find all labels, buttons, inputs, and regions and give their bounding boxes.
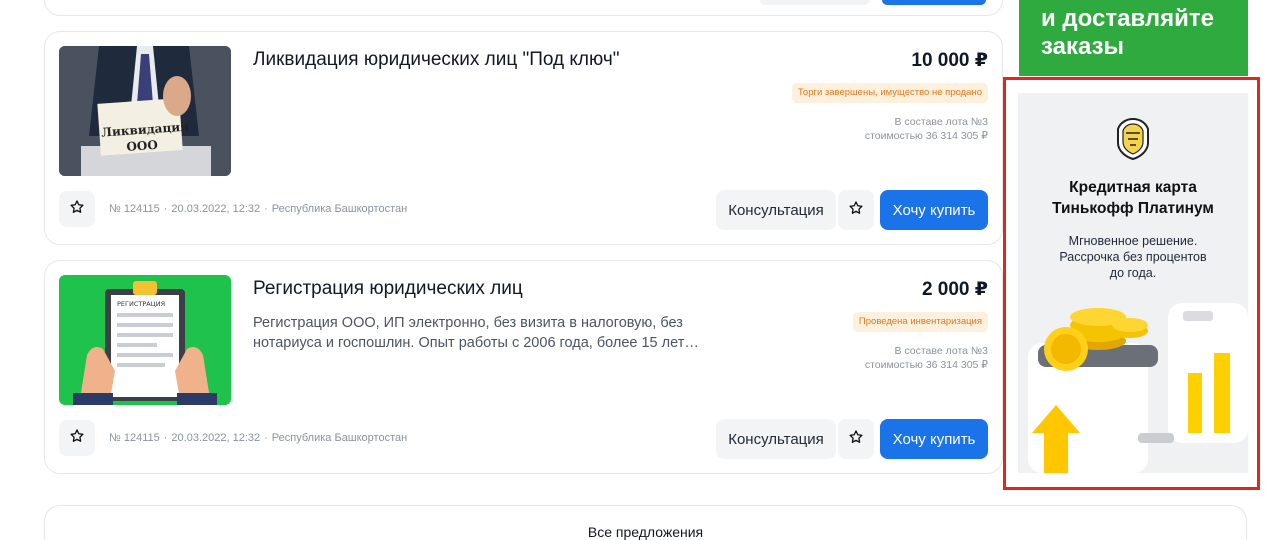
listing-price: 10 000 ₽ xyxy=(911,50,988,71)
green-banner-text: и доставляйте заказы xyxy=(1041,5,1214,61)
ad-sub-line3: до года. xyxy=(1109,266,1157,280)
ad-subtitle: Мгновенное решение. Рассрочка без процен… xyxy=(1018,233,1248,281)
listing-description: Регистрация ООО, ИП электронно, без визи… xyxy=(253,315,699,351)
ad-illustration xyxy=(1018,283,1248,473)
all-offers-button[interactable]: Все предложения xyxy=(44,505,1247,540)
lot-info: В составе лота №3 стоимостью 36 314 305 … xyxy=(865,344,988,372)
ad-title-line1: Кредитная карта xyxy=(1069,179,1197,196)
bank-logo-icon xyxy=(1108,115,1158,163)
star-icon xyxy=(69,428,85,449)
image-caption-1: РЕГИСТРАЦИЯ xyxy=(117,300,165,308)
lot-value: стоимостью 36 314 305 ₽ xyxy=(864,359,988,371)
lot-value: стоимостью 36 314 305 ₽ xyxy=(864,130,988,142)
consult-button-partial[interactable] xyxy=(760,0,870,5)
listing-image[interactable]: Ликвидация ООО xyxy=(59,46,231,176)
listing-region: Республика Башкортостан xyxy=(271,432,408,444)
green-banner-line1: и доставляйте xyxy=(1041,5,1214,32)
star-icon xyxy=(848,200,864,221)
listing-card[interactable]: Ликвидация ООО Ликвидация юридических ли… xyxy=(44,31,1003,245)
listing-meta: № 124115 · 20.03.2022, 12:32 · Республика Ба… xyxy=(109,432,408,444)
favorite-button-secondary[interactable] xyxy=(838,190,874,230)
buy-button-partial[interactable] xyxy=(882,0,986,5)
listing-date: 20.03.2022, 12:32 xyxy=(171,432,261,444)
listing-card-partial xyxy=(44,0,1003,16)
listing-title[interactable]: Ликвидация юридических лиц "Под ключ" xyxy=(253,49,619,71)
green-banner-line2: заказы xyxy=(1041,33,1125,60)
status-badge: Торги завершены, имущество не продано xyxy=(791,83,988,103)
star-icon xyxy=(848,429,864,450)
all-offers-label: Все предложения xyxy=(587,524,704,540)
listing-price: 2 000 ₽ xyxy=(921,279,988,300)
status-badge: Проведена инвентаризация xyxy=(852,312,988,332)
ad-banner[interactable]: Кредитная карта Тинькофф Платинум Мгнове… xyxy=(1018,93,1248,473)
green-promo-banner[interactable]: и доставляйте заказы xyxy=(1019,0,1248,76)
consultation-button[interactable]: Консультация xyxy=(716,419,836,459)
buy-button[interactable]: Хочу купить xyxy=(880,190,988,230)
listing-number: № 124115 xyxy=(109,203,160,215)
favorite-button-secondary[interactable] xyxy=(838,419,874,459)
listing-card[interactable]: РЕГИСТРАЦИЯ Регистрация юридических лиц … xyxy=(44,260,1003,474)
ad-title: Кредитная карта Тинькофф Платинум xyxy=(1018,177,1248,219)
image-caption-2: ООО xyxy=(126,138,158,154)
lot-number: В составе лота №3 xyxy=(894,345,988,357)
star-icon xyxy=(69,199,85,220)
lot-info: В составе лота №3 стоимостью 36 314 305 … xyxy=(865,115,988,143)
favorite-button[interactable] xyxy=(59,191,95,227)
listing-title[interactable]: Регистрация юридических лиц xyxy=(253,278,523,300)
favorite-button[interactable] xyxy=(59,420,95,456)
listing-number: № 124115 xyxy=(109,432,160,444)
consultation-button[interactable]: Консультация xyxy=(716,190,836,230)
listing-date: 20.03.2022, 12:32 xyxy=(171,203,261,215)
ad-sub-line1: Мгновенное решение. xyxy=(1068,234,1198,248)
ad-title-line2: Тинькофф Платинум xyxy=(1052,200,1214,217)
listing-region: Республика Башкортостан xyxy=(271,203,408,215)
ad-sub-line2: Рассрочка без процентов xyxy=(1059,250,1207,264)
lot-number: В составе лота №3 xyxy=(894,116,988,128)
buy-button[interactable]: Хочу купить xyxy=(880,419,988,459)
listing-image[interactable]: РЕГИСТРАЦИЯ xyxy=(59,275,231,405)
listing-meta: № 124115 · 20.03.2022, 12:32 · Республика Ба… xyxy=(109,203,408,215)
